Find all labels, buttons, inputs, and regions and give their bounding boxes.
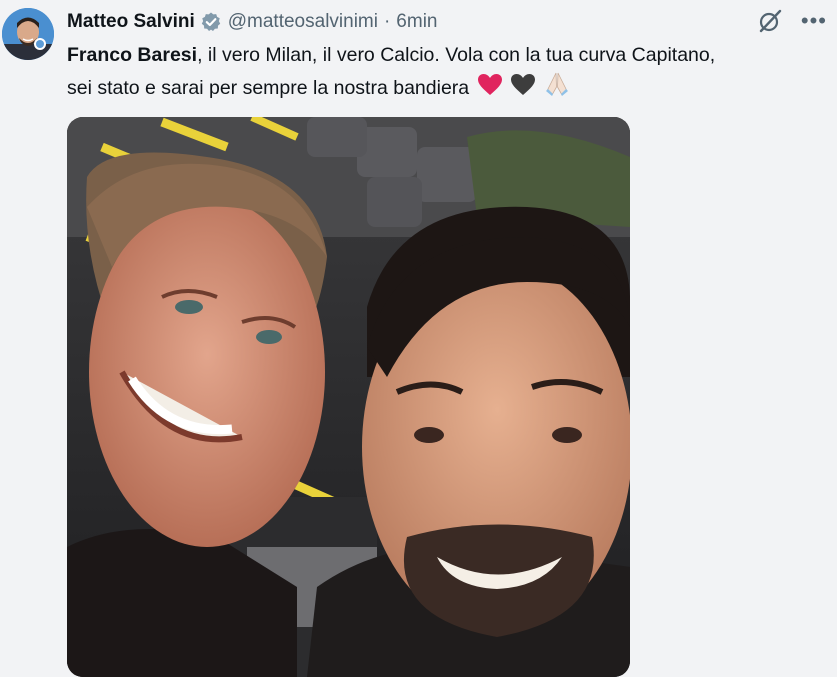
- tweet-timestamp[interactable]: 6min: [396, 11, 437, 33]
- user-avatar-icon: [2, 8, 54, 60]
- tweet-text-line-2: sei stato e sarai per sempre la nostra b…: [67, 71, 827, 107]
- header-separator: ·: [383, 11, 391, 32]
- tweet-text-line-1: Franco Baresi, il vero Milan, il vero Ca…: [67, 40, 827, 71]
- tweet-text-line-1-rest: , il vero Milan, il vero Calcio. Vola co…: [197, 44, 716, 66]
- folded-hands-icon: [543, 71, 571, 107]
- mention-bold-lead: Franco Baresi: [67, 44, 198, 66]
- author-handle[interactable]: @matteosalvinimi: [228, 11, 378, 33]
- tweet-top-actions: •••: [757, 8, 827, 34]
- selfie-photo-icon: [67, 117, 630, 677]
- author-display-name[interactable]: Matteo Salvini: [67, 11, 195, 33]
- tweet-header: Matteo Salvini @matteosalvinimi · 6min: [67, 8, 437, 36]
- black-heart-icon: [510, 73, 536, 107]
- tweet-text-line-2-text: sei stato e sarai per sempre la nostra b…: [67, 77, 470, 99]
- tweet-text: Franco Baresi, il vero Milan, il vero Ca…: [67, 40, 827, 107]
- tweet-photo[interactable]: [67, 117, 630, 677]
- more-options-icon[interactable]: •••: [801, 10, 827, 32]
- author-avatar[interactable]: [2, 8, 54, 60]
- verified-badge-icon: [200, 11, 222, 33]
- red-heart-icon: [477, 73, 503, 107]
- grok-icon[interactable]: [757, 8, 783, 34]
